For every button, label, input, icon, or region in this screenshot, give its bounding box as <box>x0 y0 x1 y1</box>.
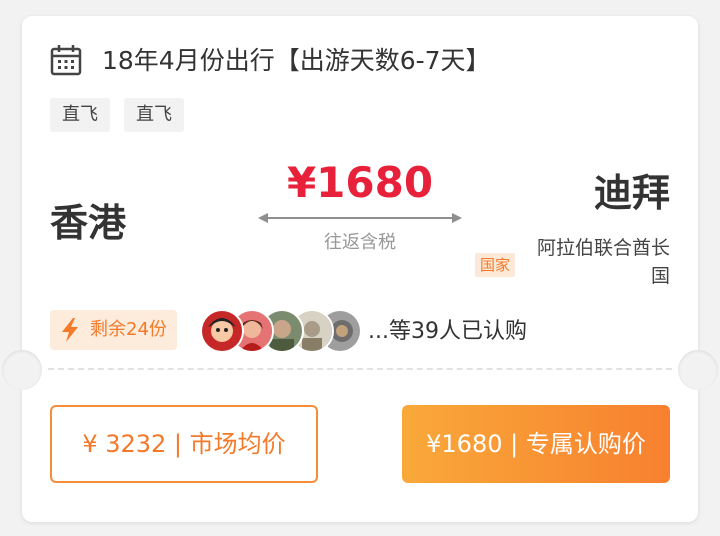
stock-remaining-text: 剩余24份 <box>90 319 167 340</box>
flight-tag: 直飞 <box>124 98 184 132</box>
deal-price: ¥1680 <box>286 158 434 207</box>
country-badge: 国家 <box>475 253 516 277</box>
destination-country: 阿拉伯联合酋长国 <box>536 237 670 287</box>
market-price-button[interactable]: ¥ 3232 | 市场均价 <box>50 405 318 483</box>
two-way-arrow-icon <box>258 213 462 223</box>
flight-tag: 直飞 <box>50 98 110 132</box>
dashed-divider <box>48 368 672 370</box>
travel-date-title: 18年4月份出行【出游天数6-7天】 <box>102 46 491 75</box>
ticket-notch-left <box>2 350 42 390</box>
calendar-icon <box>50 45 82 76</box>
exclusive-price-button[interactable]: ¥1680 | 专属认购价 <box>402 405 670 483</box>
lightning-icon <box>62 318 78 342</box>
avatar[interactable] <box>200 309 244 353</box>
stock-badge: 剩余24份 <box>50 310 177 350</box>
destination-city: 迪拜 <box>593 171 670 215</box>
origin-city: 香港 <box>50 201 127 245</box>
buyer-avatars[interactable] <box>200 309 362 355</box>
buyers-count-text: ...等39人已认购 <box>368 319 527 344</box>
price-note: 往返含税 <box>324 232 396 253</box>
ticket-notch-right <box>678 350 718 390</box>
